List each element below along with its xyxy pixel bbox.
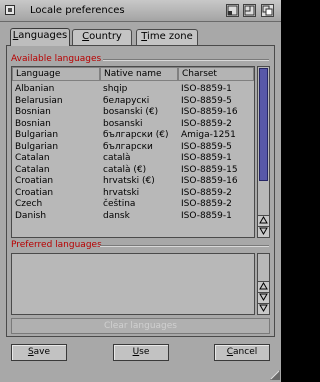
tab-languages-label: anguages bbox=[18, 30, 68, 41]
section-divider bbox=[103, 59, 269, 61]
charset-cell: ISO-8859-2 bbox=[181, 199, 232, 209]
tab-time-zone[interactable]: Time zone bbox=[136, 29, 198, 45]
language-cell: Bulgarian bbox=[15, 141, 59, 152]
zoom-button[interactable] bbox=[243, 4, 256, 17]
cancel-label: ancel bbox=[233, 347, 258, 357]
native-name-cell: bosanski (€) bbox=[103, 107, 159, 117]
language-cell: Danish bbox=[15, 210, 47, 221]
preferred-languages-label: Preferred languages bbox=[11, 240, 102, 250]
tab-languages[interactable]: Languages bbox=[10, 28, 70, 46]
native-name-cell: dansk bbox=[103, 210, 130, 221]
available-languages-label: Available languages bbox=[11, 54, 102, 64]
language-cell: Catalan bbox=[15, 153, 50, 163]
scroll-down-button[interactable] bbox=[258, 303, 269, 314]
arrow-down-icon bbox=[259, 304, 268, 312]
native-name-cell: shqip bbox=[103, 84, 128, 94]
scroll-up-button[interactable] bbox=[258, 281, 269, 292]
tab-country[interactable]: Country bbox=[72, 29, 132, 45]
native-name-cell: čeština bbox=[103, 199, 136, 209]
list-row[interactable]: Bosnian bosanski (€) ISO-8859-16 bbox=[12, 107, 254, 118]
arrow-down-icon bbox=[259, 293, 268, 301]
charset-cell: ISO-8859-5 bbox=[181, 141, 232, 152]
charset-cell: ISO-8859-2 bbox=[181, 118, 232, 129]
window-title: Locale preferences bbox=[30, 5, 125, 16]
preferred-languages-list[interactable] bbox=[11, 253, 255, 315]
list-row[interactable]: Albanian shqip ISO-8859-1 bbox=[12, 84, 254, 95]
list-row[interactable]: Croatian hrvatski ISO-8859-2 bbox=[12, 188, 254, 199]
native-name-cell: català (€) bbox=[103, 164, 147, 175]
native-name-cell: hrvatski (€) bbox=[103, 176, 155, 186]
use-button[interactable]: Use bbox=[113, 344, 169, 361]
charset-cell: ISO-8859-1 bbox=[181, 153, 232, 163]
scroll-down-button[interactable] bbox=[258, 226, 269, 237]
list-row[interactable]: Czech čeština ISO-8859-2 bbox=[12, 199, 254, 210]
charset-cell: ISO-8859-15 bbox=[181, 164, 238, 175]
list-row[interactable]: Catalan català (€) ISO-8859-15 bbox=[12, 165, 254, 176]
list-row[interactable]: Bosnian bosanski ISO-8859-2 bbox=[12, 119, 254, 130]
language-cell: Bosnian bbox=[15, 118, 51, 129]
available-languages-list[interactable]: Language Native name Charset Albanian shq… bbox=[11, 66, 255, 238]
list-row[interactable]: Danish dansk ISO-8859-1 bbox=[12, 211, 254, 222]
tab-time-zone-label: ime zone bbox=[147, 31, 193, 42]
section-divider bbox=[100, 245, 269, 247]
scroll-up-button[interactable] bbox=[258, 215, 269, 226]
language-cell: Belarusian bbox=[15, 95, 63, 106]
iconify-icon bbox=[227, 5, 238, 16]
column-header-language[interactable]: Language bbox=[12, 67, 100, 81]
charset-cell: ISO-8859-16 bbox=[181, 107, 238, 117]
depth-icon bbox=[262, 5, 273, 16]
scroll-thumb[interactable] bbox=[259, 68, 268, 181]
cancel-button[interactable]: Cancel bbox=[214, 344, 270, 361]
clear-languages-button[interactable]: Clear languages bbox=[11, 318, 270, 334]
save-button[interactable]: Save bbox=[11, 344, 67, 361]
list-row[interactable]: Bulgarian български (€) Amiga-1251 bbox=[12, 130, 254, 141]
language-cell: Bulgarian bbox=[15, 130, 59, 140]
language-cell: Catalan bbox=[15, 164, 50, 175]
language-cell: Croatian bbox=[15, 176, 54, 186]
column-header-charset[interactable]: Charset bbox=[178, 67, 254, 81]
list-row[interactable]: Belarusian беларускі ISO-8859-5 bbox=[12, 96, 254, 107]
iconify-button[interactable] bbox=[226, 4, 239, 17]
charset-cell: ISO-8859-1 bbox=[181, 84, 232, 94]
language-cell: Croatian bbox=[15, 187, 54, 198]
arrow-down-icon bbox=[259, 227, 268, 235]
preferred-languages-scrollbar[interactable] bbox=[257, 253, 270, 315]
resize-grip-icon[interactable] bbox=[270, 370, 280, 380]
language-cell: Czech bbox=[15, 199, 43, 209]
close-window-button[interactable] bbox=[5, 5, 15, 15]
language-cell: Bosnian bbox=[15, 107, 51, 117]
use-label: se bbox=[139, 347, 150, 357]
charset-cell: ISO-8859-2 bbox=[181, 187, 232, 198]
list-row[interactable]: Catalan català ISO-8859-1 bbox=[12, 153, 254, 164]
arrow-up-icon bbox=[259, 216, 268, 224]
native-name-cell: български bbox=[103, 141, 153, 152]
list-row[interactable]: Croatian hrvatski (€) ISO-8859-16 bbox=[12, 176, 254, 187]
scroll-down-button[interactable] bbox=[258, 292, 269, 303]
list-row[interactable]: Bulgarian български ISO-8859-5 bbox=[12, 142, 254, 153]
native-name-cell: hrvatski bbox=[103, 187, 140, 198]
charset-cell: ISO-8859-16 bbox=[181, 176, 238, 186]
charset-cell: Amiga-1251 bbox=[181, 130, 236, 140]
zoom-icon bbox=[244, 5, 255, 16]
charset-cell: ISO-8859-1 bbox=[181, 210, 232, 221]
available-languages-scrollbar[interactable] bbox=[257, 66, 270, 238]
save-label: ave bbox=[33, 347, 51, 357]
depth-button[interactable] bbox=[261, 4, 274, 17]
column-header-native-name[interactable]: Native name bbox=[100, 67, 178, 81]
native-name-cell: български (€) bbox=[103, 130, 169, 140]
arrow-up-icon bbox=[259, 282, 268, 290]
native-name-cell: беларускі bbox=[103, 95, 150, 106]
native-name-cell: bosanski bbox=[103, 118, 143, 129]
title-bar[interactable]: Locale preferences bbox=[0, 0, 281, 22]
charset-cell: ISO-8859-5 bbox=[181, 95, 232, 106]
native-name-cell: català bbox=[103, 153, 131, 163]
tab-country-label: ountry bbox=[89, 31, 122, 42]
language-cell: Albanian bbox=[15, 84, 55, 94]
locale-preferences-window: Locale preferences Languages Country Tim bbox=[0, 0, 281, 382]
